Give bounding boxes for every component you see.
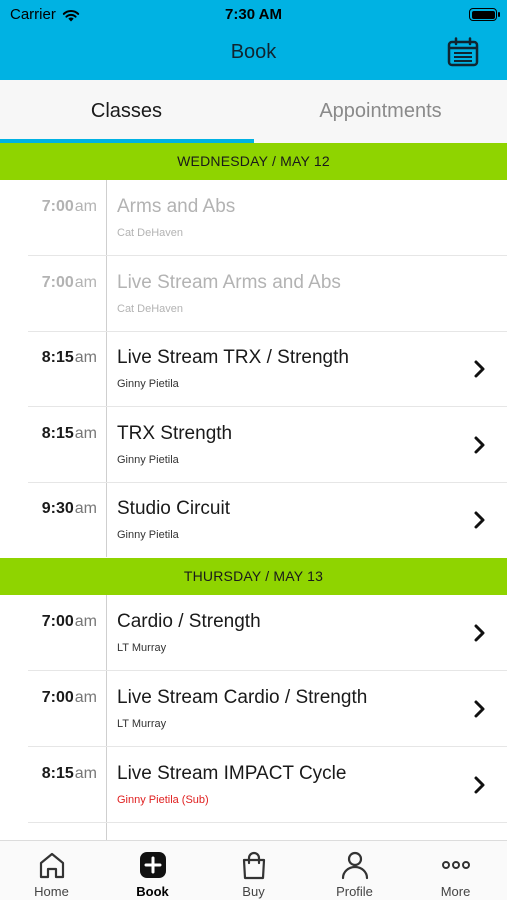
class-time: 7:00am xyxy=(41,198,97,215)
class-time: 8:15am xyxy=(41,425,97,442)
class-time: 9:30am xyxy=(41,500,97,517)
more-dots-icon xyxy=(441,861,470,869)
class-time: 7:00am xyxy=(41,689,97,706)
class-time: 8:15am xyxy=(41,349,97,366)
class-title: Live Stream IMPACT Cycle xyxy=(117,763,347,784)
chevron-right-icon xyxy=(474,624,485,642)
class-title: Live Stream TRX / Strength xyxy=(117,347,349,368)
class-time: 7:00am xyxy=(41,613,97,630)
home-icon xyxy=(39,852,64,879)
class-row: 7:00am Arms and Abs Cat DeHaven xyxy=(0,180,507,256)
battery-icon xyxy=(469,8,500,21)
class-title: TRX Strength xyxy=(117,423,233,444)
day-header-thursday: THURSDAY / MAY 13 xyxy=(0,558,507,595)
plus-square-icon xyxy=(139,852,166,878)
class-row[interactable]: 9:30am Studio Circuit Ginny Pietila xyxy=(0,482,507,558)
class-row: 7:00am Live Stream Arms and Abs Cat DeHa… xyxy=(0,256,507,332)
class-instructor: Cat DeHaven xyxy=(117,303,184,315)
chevron-right-icon xyxy=(474,360,485,378)
app-header: Carrier 7:30 AM Book xyxy=(0,0,507,80)
booking-tabs: Classes Appointments xyxy=(0,80,507,143)
class-title: Studio Circuit xyxy=(117,498,230,519)
tabbar-book[interactable]: Book xyxy=(102,841,203,900)
class-instructor: LT Murray xyxy=(117,718,167,730)
tab-appointments[interactable]: Appointments xyxy=(254,80,507,143)
day-header-wednesday: WEDNESDAY / MAY 12 xyxy=(0,143,507,180)
class-title: Live Stream Arms and Abs xyxy=(117,272,341,293)
person-icon xyxy=(341,851,368,880)
shopping-bag-icon xyxy=(242,851,265,880)
calendar-icon[interactable] xyxy=(447,37,479,67)
tabbar-book-label: Book xyxy=(136,884,169,899)
class-instructor: Ginny Pietila xyxy=(117,378,179,390)
tabbar-profile[interactable]: Profile xyxy=(304,841,405,900)
class-title: Arms and Abs xyxy=(117,196,236,217)
chevron-right-icon xyxy=(474,511,485,529)
class-time: 8:15am xyxy=(41,765,97,782)
class-title: Live Stream Cardio / Strength xyxy=(117,687,368,708)
tabbar-more-label: More xyxy=(440,884,471,899)
class-row[interactable]: 7:00am Live Stream Cardio / Strength LT … xyxy=(0,671,507,747)
tabbar-home[interactable]: Home xyxy=(1,841,102,900)
tabbar-profile-label: Profile xyxy=(336,884,373,899)
tabbar-buy-label: Buy xyxy=(242,884,265,899)
class-row[interactable]: 8:15am TRX Strength Ginny Pietila xyxy=(0,407,507,483)
class-instructor: Ginny Pietila xyxy=(117,529,179,541)
page-title: Book xyxy=(230,41,277,63)
class-row[interactable]: 8:15am Live Stream IMPACT Cycle Ginny Pi… xyxy=(0,747,507,823)
tabbar-buy[interactable]: Buy xyxy=(203,841,304,900)
status-time: 7:30 AM xyxy=(225,6,282,23)
class-instructor-sub: Ginny Pietila (Sub) xyxy=(117,794,209,806)
class-row[interactable]: 7:00am Cardio / Strength LT Murray xyxy=(0,595,507,671)
chevron-right-icon xyxy=(474,776,485,794)
class-instructor: LT Murray xyxy=(117,642,167,654)
status-bar: Carrier 7:30 AM xyxy=(0,0,507,28)
class-instructor: Ginny Pietila xyxy=(117,454,179,466)
bottom-tab-bar: Home Book Buy Profile More xyxy=(0,840,507,900)
chevron-right-icon xyxy=(474,700,485,718)
tab-classes[interactable]: Classes xyxy=(0,80,253,143)
tabbar-home-label: Home xyxy=(34,884,69,899)
chevron-right-icon xyxy=(474,436,485,454)
tabbar-more[interactable]: More xyxy=(405,841,506,900)
class-instructor: Cat DeHaven xyxy=(117,227,184,239)
class-row[interactable]: 8:15am Live Stream TRX / Strength Ginny … xyxy=(0,331,507,407)
class-time: 7:00am xyxy=(41,274,97,291)
class-title: Cardio / Strength xyxy=(117,611,261,632)
